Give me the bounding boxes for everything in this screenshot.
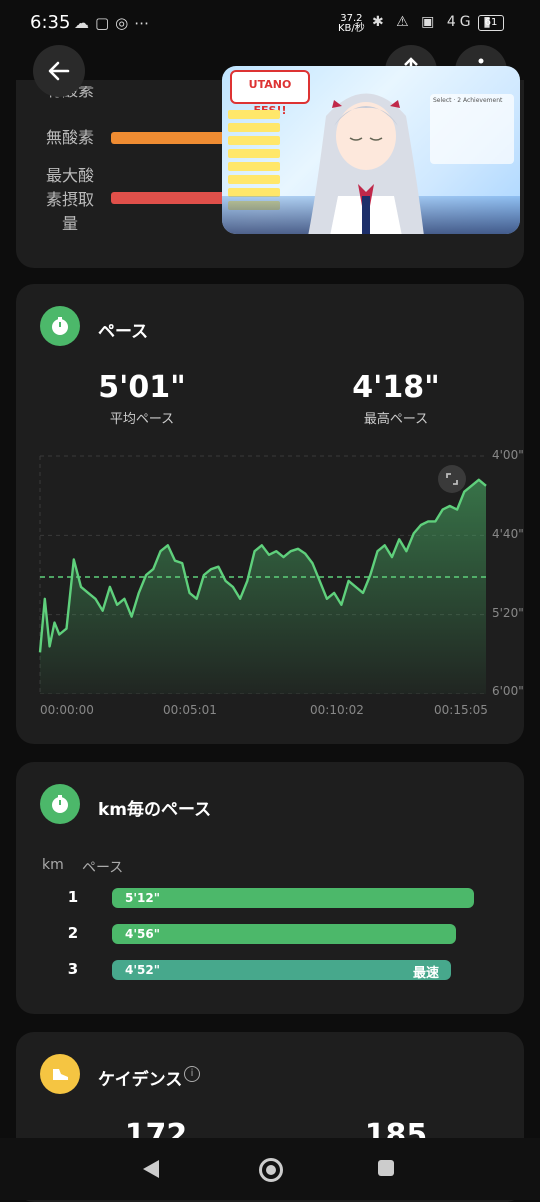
pace-icon-badge <box>40 306 80 346</box>
stopwatch-icon <box>52 317 68 335</box>
info-panel: Select · 2 Achievement <box>430 94 514 164</box>
nav-recents-icon[interactable] <box>378 1160 394 1176</box>
pace-area <box>40 479 486 694</box>
clock: 6:35 <box>30 12 71 33</box>
game-logo: UTANO FES!! <box>230 70 310 117</box>
km-pace-value: 4'56" <box>125 927 160 941</box>
anime-character-illustration <box>308 93 424 234</box>
network-type: 4G <box>446 14 475 30</box>
pip-video-overlay[interactable]: UTANO FES!! Select · 2 Achievement <box>222 66 520 234</box>
notification-icons: ☁▢◎⋯ <box>74 14 156 32</box>
arrow-left-icon <box>48 61 70 81</box>
km-pace-value: 4'52" <box>125 963 160 977</box>
y-tick: 6'00" <box>492 684 524 698</box>
x-tick: 00:00:00 <box>40 703 94 717</box>
x-tick: 00:05:01 <box>163 703 217 717</box>
y-tick: 4'40" <box>492 527 524 541</box>
system-nav-bar <box>0 1138 540 1200</box>
km-number: 1 <box>67 888 79 906</box>
zone-label-anaerobic: 無酸素 <box>46 128 95 147</box>
km-pace-card: km毎のペース km ペース 1 5'12" 2 4'56" 3 4'52" 最速 <box>16 762 524 1014</box>
avg-pace-label: 平均ペース <box>109 412 175 427</box>
column-header-pace: ペース <box>82 860 124 876</box>
y-tick: 5'20" <box>492 606 524 620</box>
km-pace-bar: 5'12" <box>112 888 474 908</box>
fastest-badge: 最速 <box>412 966 439 981</box>
km-pace-title: km毎のペース <box>98 800 212 820</box>
battery-icon: 61 <box>478 15 504 31</box>
nav-home-icon[interactable] <box>259 1158 283 1182</box>
nav-back-icon[interactable] <box>143 1160 159 1178</box>
stopwatch-icon <box>52 795 68 813</box>
status-bar: 6:35 ☁▢◎⋯ 37.2 KB/秒 ✱ ⚠ ▣ 4G ▮ 61 <box>0 0 540 48</box>
shoe-icon <box>53 1069 68 1080</box>
x-tick: 00:15:05 <box>434 703 488 717</box>
avg-pace-value: 5'01" <box>98 370 186 405</box>
info-icon[interactable]: i <box>184 1066 200 1082</box>
y-tick: 4'00" <box>492 448 524 462</box>
zone-bar-vo2max <box>111 192 226 204</box>
km-number: 3 <box>67 960 79 978</box>
best-pace-value: 4'18" <box>352 370 440 405</box>
pace-card: ペース 5'01" 平均ペース 4'18" 最高ペース 4'00" 4'40" … <box>16 284 524 744</box>
zone-bar-anaerobic <box>111 132 231 144</box>
pace-title: ペース <box>98 322 149 342</box>
best-pace-label: 最高ペース <box>363 412 429 427</box>
zone-label-vo2max: 最大酸 素摂取 量 <box>46 166 95 233</box>
km-number: 2 <box>67 924 79 942</box>
cadence-icon-badge <box>40 1054 80 1094</box>
column-header-km: km <box>42 857 64 873</box>
km-pace-icon-badge <box>40 784 80 824</box>
cadence-title: ケイデンス <box>98 1070 183 1090</box>
km-pace-bar: 4'56" <box>112 924 456 944</box>
network-speed: 37.2 KB/秒 <box>338 13 365 34</box>
km-pace-value: 5'12" <box>125 891 160 905</box>
km-pace-bar: 4'52" 最速 <box>112 960 451 981</box>
expand-icon <box>446 473 458 485</box>
back-button[interactable] <box>33 45 85 97</box>
system-icons: ✱ ⚠ ▣ 4G ▮ <box>372 14 495 30</box>
expand-chart-button[interactable] <box>438 465 466 493</box>
x-tick: 00:10:02 <box>310 703 364 717</box>
